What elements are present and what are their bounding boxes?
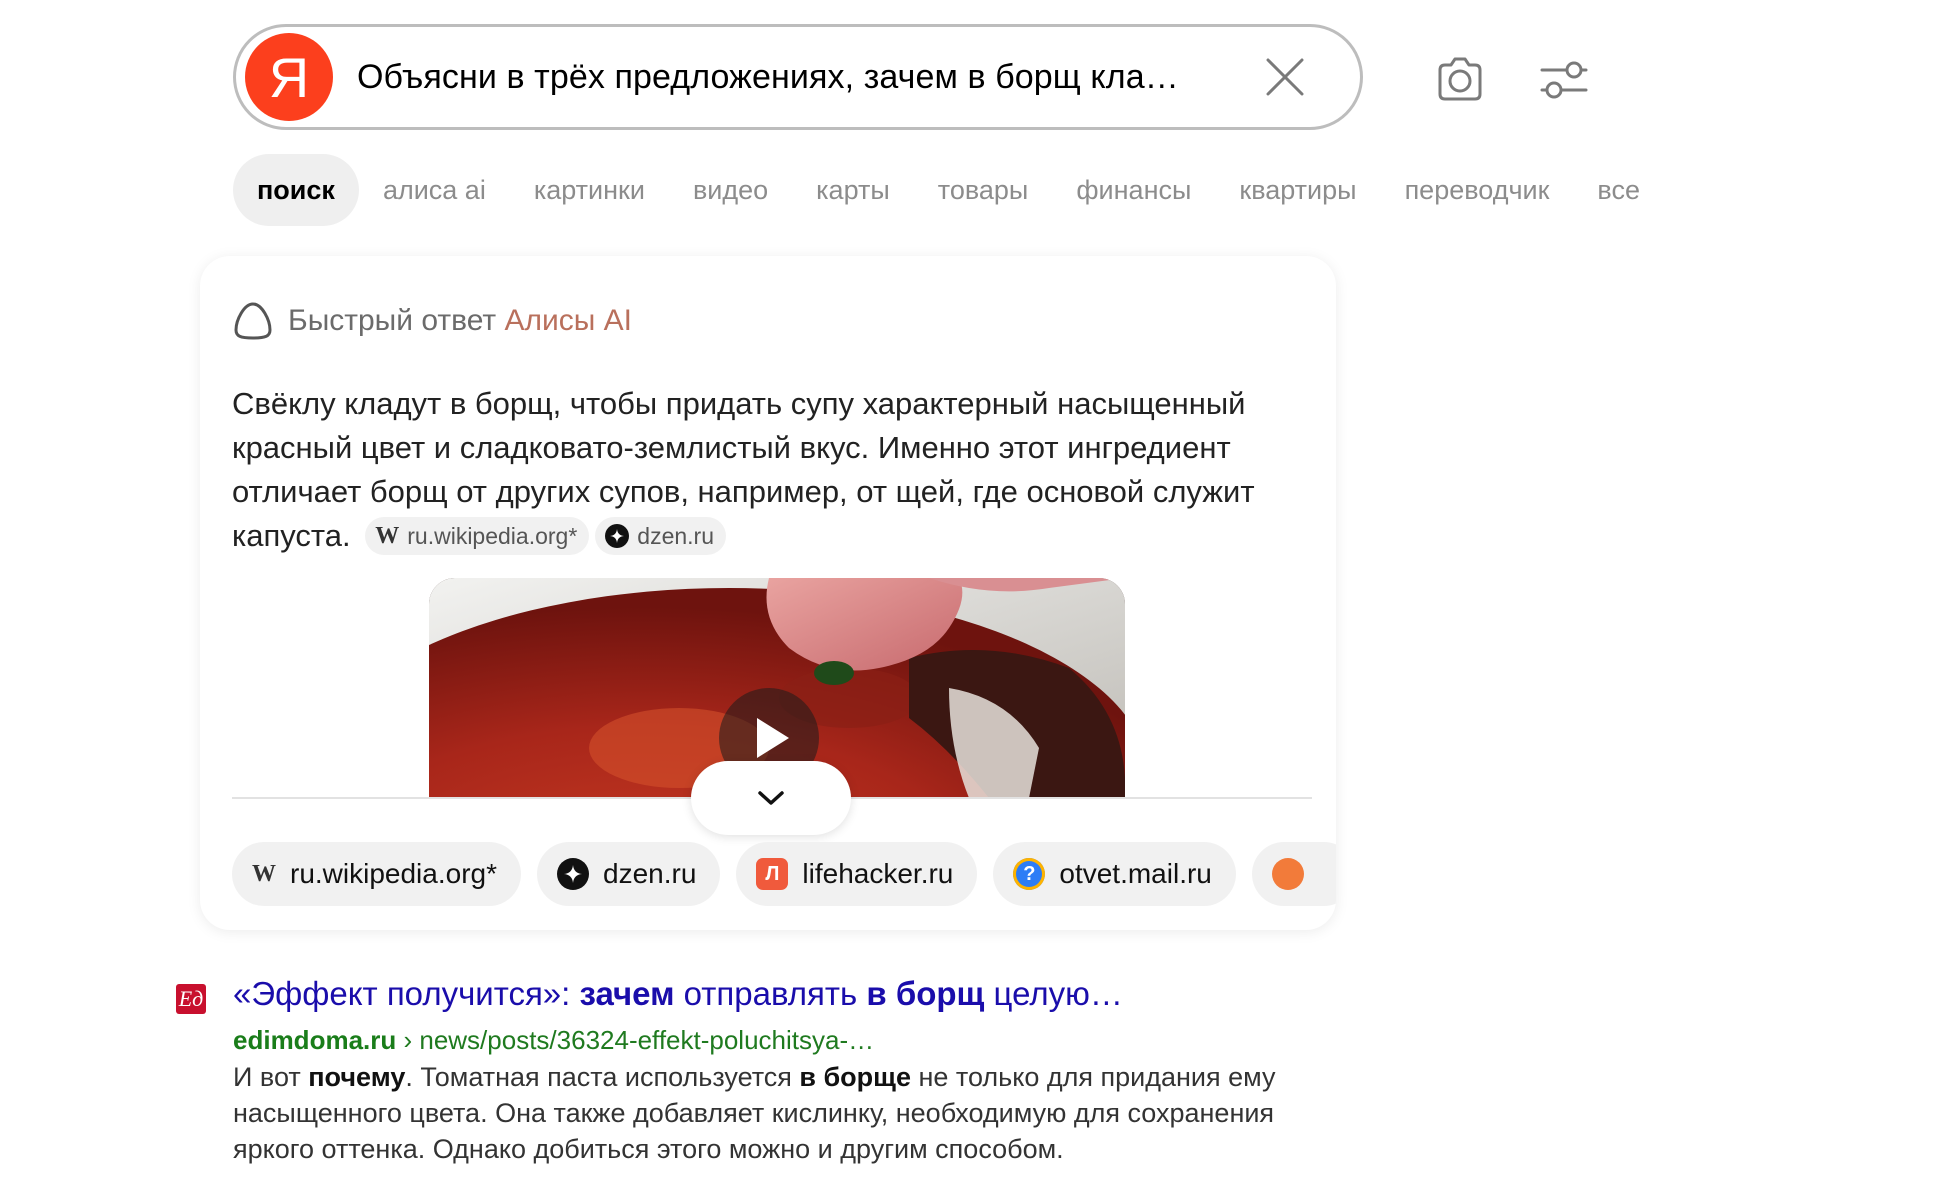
sources-row: W ru.wikipedia.org* dzen.ru Л lifehacker… — [232, 842, 1336, 906]
search-bar[interactable]: Я Объясни в трёх предложениях, зачем в б… — [233, 24, 1363, 130]
search-settings-button[interactable] — [1536, 52, 1592, 108]
tab-products[interactable]: товары — [914, 154, 1053, 226]
sliders-icon — [1540, 61, 1588, 99]
alice-icon — [234, 302, 272, 340]
title-part: «Эффект получится»: — [233, 975, 580, 1012]
alice-answer-text: Свёклу кладут в борщ, чтобы придать супу… — [232, 382, 1312, 558]
tab-finance[interactable]: финансы — [1052, 154, 1215, 226]
tab-video[interactable]: видео — [669, 154, 792, 226]
question-icon: ? — [1013, 858, 1046, 890]
inline-source-wikipedia[interactable]: W ru.wikipedia.org* — [365, 516, 590, 555]
title-part: отправлять — [674, 975, 867, 1012]
source-label: dzen.ru — [603, 858, 697, 889]
search-tabs: поиск алиса ai картинки видео карты това… — [233, 154, 1664, 226]
partial-source-icon — [1271, 858, 1304, 890]
source-label: lifehacker.ru — [802, 858, 954, 889]
tab-all[interactable]: все — [1573, 154, 1664, 226]
close-icon — [1266, 58, 1304, 96]
inline-source-label: ru.wikipedia.org* — [407, 522, 578, 549]
tab-search[interactable]: поиск — [233, 154, 359, 226]
result-domain: edimdoma.ru — [233, 1025, 397, 1055]
title-part: целую… — [984, 975, 1123, 1012]
alice-header: Быстрый ответ Алисы AI — [232, 300, 632, 342]
source-label: ru.wikipedia.org* — [290, 858, 497, 889]
edimdoma-favicon-icon: Ед — [176, 984, 206, 1014]
source-label: otvet.mail.ru — [1059, 858, 1212, 889]
result-snippet: И вот почему. Томатная паста используетс… — [233, 1059, 1333, 1167]
yandex-logo-icon[interactable]: Я — [245, 33, 333, 121]
source-otvet-mail[interactable]: ? otvet.mail.ru — [993, 842, 1236, 906]
snippet-part: . Томатная паста используется — [405, 1062, 800, 1092]
title-part-bold: в борщ — [866, 975, 985, 1012]
alice-header-prefix: Быстрый ответ — [288, 304, 497, 337]
lifehacker-icon: Л — [756, 858, 789, 890]
expand-answer-button[interactable] — [691, 761, 851, 835]
alice-answer-card: Быстрый ответ Алисы AI Свёклу кладут в б… — [200, 256, 1336, 930]
alice-header-title: Быстрый ответ Алисы AI — [288, 304, 632, 338]
image-search-button[interactable] — [1432, 52, 1488, 108]
snippet-part: И вот — [233, 1062, 309, 1092]
tab-images[interactable]: картинки — [510, 154, 669, 226]
dzen-icon — [557, 858, 589, 890]
tab-translator[interactable]: переводчик — [1381, 154, 1574, 226]
wikipedia-icon: W — [375, 522, 400, 549]
result-path: › news/posts/36324-effekt-poluchitsya-… — [396, 1025, 875, 1055]
source-lifehacker[interactable]: Л lifehacker.ru — [736, 842, 978, 906]
result-title-link[interactable]: «Эффект получится»: зачем отправлять в б… — [233, 975, 1123, 1013]
inline-source-dzen[interactable]: dzen.ru — [595, 516, 727, 555]
source-more[interactable] — [1251, 842, 1336, 906]
dzen-icon — [605, 523, 630, 548]
result-url-link[interactable]: edimdoma.ru › news/posts/36324-effekt-po… — [233, 1025, 874, 1056]
alice-header-accent: Алисы AI — [504, 304, 632, 337]
tab-apartments[interactable]: квартиры — [1215, 154, 1380, 226]
source-wikipedia[interactable]: W ru.wikipedia.org* — [232, 842, 521, 906]
clear-search-button[interactable] — [1262, 54, 1308, 100]
chevron-down-icon — [758, 791, 784, 805]
yandex-search-page: Я Объясни в трёх предложениях, зачем в б… — [0, 0, 1960, 1200]
tab-alice-ai[interactable]: алиса ai — [359, 154, 510, 226]
camera-icon — [1438, 57, 1482, 101]
tab-maps[interactable]: карты — [792, 154, 914, 226]
search-input[interactable]: Объясни в трёх предложениях, зачем в бор… — [357, 58, 1227, 97]
inline-source-label: dzen.ru — [637, 522, 715, 549]
snippet-part-bold: в борще — [799, 1062, 911, 1092]
source-dzen[interactable]: dzen.ru — [537, 842, 721, 906]
title-part-bold: зачем — [579, 975, 675, 1012]
snippet-part-bold: почему — [308, 1062, 406, 1092]
wikipedia-icon: W — [252, 860, 276, 887]
